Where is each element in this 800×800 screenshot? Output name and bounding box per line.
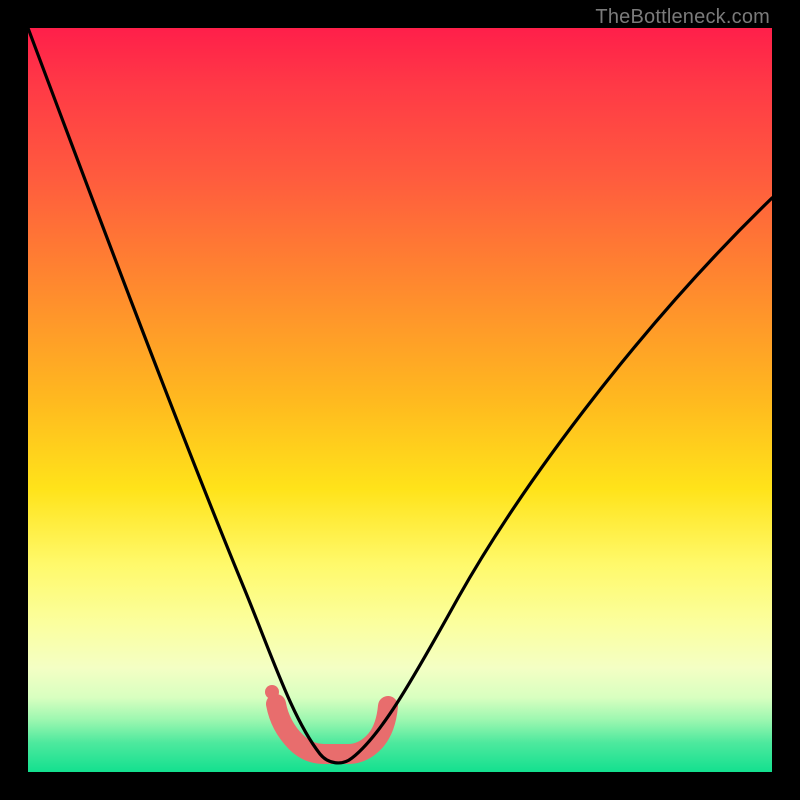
curve-svg bbox=[28, 28, 772, 772]
watermark-text: TheBottleneck.com bbox=[595, 6, 770, 29]
bottleneck-curve bbox=[28, 28, 772, 763]
flat-bottom-highlight bbox=[265, 685, 388, 754]
plot-area bbox=[28, 28, 772, 772]
chart-frame: TheBottleneck.com bbox=[0, 0, 800, 800]
